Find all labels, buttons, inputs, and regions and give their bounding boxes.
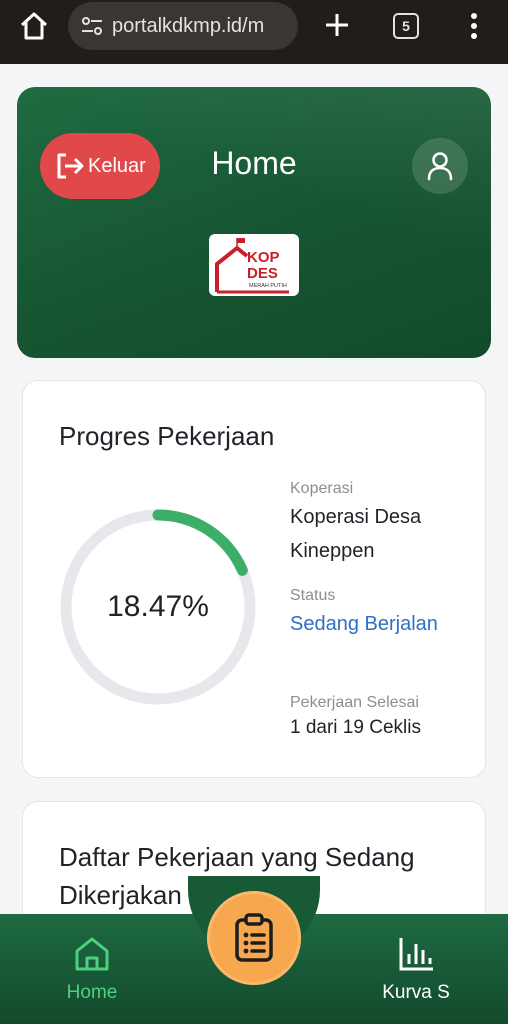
user-icon — [427, 152, 453, 181]
address-bar[interactable]: portalkdkmp.id/m — [68, 2, 298, 50]
tab-switcher-button[interactable]: 5 — [393, 13, 419, 39]
status-label: Status — [290, 587, 336, 604]
checklist-fab-button[interactable] — [207, 891, 301, 985]
progress-card: Progres Pekerjaan 18.47% Koperasi Kopera… — [22, 380, 486, 778]
logo-line3: MERAH PUTIH — [249, 283, 287, 289]
profile-button[interactable] — [412, 138, 468, 194]
koperasi-value: Koperasi Desa Kineppen — [290, 506, 422, 562]
header-sheen — [17, 87, 491, 358]
kopdes-logo: KOP DES MERAH PUTIH — [209, 234, 299, 296]
bar-chart-icon — [399, 938, 433, 971]
nav-home[interactable]: Home — [32, 914, 152, 1024]
nav-home-label: Home — [66, 982, 118, 1003]
nav-kurva-s[interactable]: Kurva S — [356, 914, 476, 1024]
progress-title: Progres Pekerjaan — [59, 421, 275, 451]
header-card: Keluar Home KOP DES MERAH PUTIH — [17, 87, 491, 358]
home-nav-icon — [75, 937, 109, 971]
url-text: portalkdkmp.id/m — [112, 14, 265, 37]
site-settings-icon[interactable] — [80, 14, 104, 38]
logo-line1: KOP — [247, 249, 280, 266]
browser-toolbar: portalkdkmp.id/m 5 — [0, 0, 508, 64]
new-tab-icon[interactable] — [320, 8, 354, 42]
nav-kurva-label: Kurva S — [382, 982, 450, 1003]
more-options-icon[interactable] — [466, 10, 482, 42]
done-label: Pekerjaan Selesai — [290, 694, 419, 711]
koperasi-label: Koperasi — [290, 480, 354, 497]
page-content: Keluar Home KOP DES MERAH PUTIH Progres … — [0, 64, 508, 1001]
progress-percent: 18.47% — [107, 590, 209, 623]
clipboard-list-icon — [235, 913, 273, 962]
progress-ring: 18.47% — [56, 505, 260, 709]
home-icon[interactable] — [18, 10, 50, 42]
done-value: 1 dari 19 Ceklis — [290, 717, 421, 738]
status-value: Sedang Berjalan — [290, 613, 438, 635]
logo-line2: DES — [247, 265, 278, 282]
